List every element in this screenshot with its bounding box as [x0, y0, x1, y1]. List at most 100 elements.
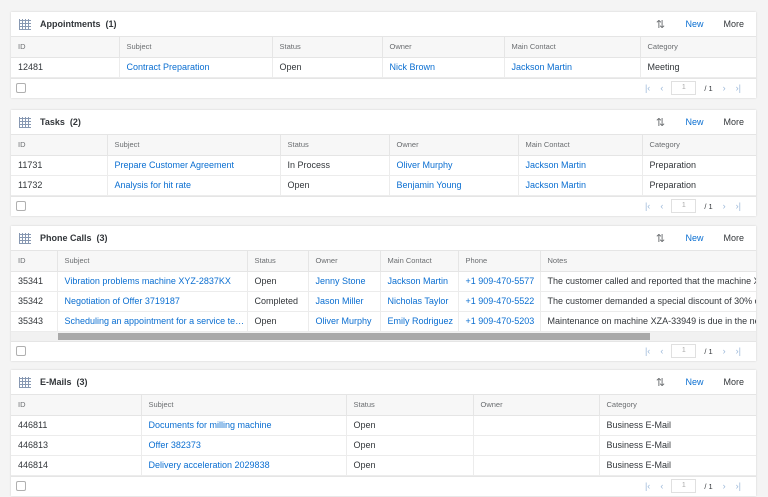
header-row: ID Subject Status Owner Main Contact Category: [11, 135, 756, 156]
new-button[interactable]: New: [675, 117, 713, 127]
link-main-contact[interactable]: Nicholas Taylor: [380, 291, 459, 312]
last-page-icon[interactable]: ›|: [731, 346, 746, 356]
column-header-owner[interactable]: Owner: [473, 395, 600, 416]
previous-page-icon[interactable]: ‹: [655, 481, 668, 491]
column-header-owner[interactable]: Owner: [382, 37, 505, 58]
link-subject[interactable]: Documents for milling machine: [141, 415, 347, 436]
more-button[interactable]: More: [713, 117, 756, 127]
page-total: / 1: [704, 346, 713, 356]
new-button[interactable]: New: [675, 19, 713, 29]
new-button[interactable]: New: [675, 377, 713, 387]
link-subject[interactable]: Contract Preparation: [119, 57, 273, 78]
sort-icon[interactable]: ⇅: [645, 232, 675, 245]
next-page-icon[interactable]: ›: [718, 83, 731, 93]
link-subject[interactable]: Scheduling an appointment for a service …: [57, 311, 248, 332]
link-owner[interactable]: Nick Brown: [382, 57, 505, 78]
horizontal-scrollbar[interactable]: [11, 331, 756, 341]
link-main-contact[interactable]: Jackson Martin: [504, 57, 641, 78]
column-header-notes[interactable]: Notes: [540, 251, 756, 272]
select-all-checkbox[interactable]: [16, 346, 26, 356]
previous-page-icon[interactable]: ‹: [655, 201, 668, 211]
column-header-status[interactable]: Status: [272, 37, 383, 58]
column-header-subject[interactable]: Subject: [57, 251, 248, 272]
column-header-subject[interactable]: Subject: [107, 135, 281, 156]
link-main-contact[interactable]: Emily Rodriguez: [380, 311, 459, 332]
column-header-status[interactable]: Status: [247, 251, 309, 272]
link-subject[interactable]: Negotiation of Offer 3719187: [57, 291, 248, 312]
select-all-checkbox[interactable]: [16, 481, 26, 491]
cell-notes: The customer called and reported that th…: [540, 271, 756, 292]
link-main-contact[interactable]: Jackson Martin: [518, 155, 643, 176]
column-header-status[interactable]: Status: [346, 395, 474, 416]
link-subject[interactable]: Offer 382373: [141, 435, 347, 456]
column-header-category[interactable]: Category: [599, 395, 756, 416]
first-page-icon[interactable]: |‹: [640, 83, 655, 93]
page-input[interactable]: 1: [671, 479, 697, 493]
more-button[interactable]: More: [713, 233, 756, 243]
table-row[interactable]: 12481 Contract Preparation Open Nick Brown J…: [11, 57, 756, 78]
table-row[interactable]: 11732 Analysis for hit rate Open Benjamin Y…: [11, 175, 756, 196]
table-row[interactable]: 446811 Documents for milling machine Open B…: [11, 415, 756, 436]
next-page-icon[interactable]: ›: [718, 481, 731, 491]
column-header-subject[interactable]: Subject: [141, 395, 347, 416]
more-button[interactable]: More: [713, 377, 756, 387]
column-header-id[interactable]: ID: [11, 135, 108, 156]
previous-page-icon[interactable]: ‹: [655, 83, 668, 93]
link-owner[interactable]: Jason Miller: [308, 291, 381, 312]
link-owner[interactable]: Jenny Stone: [308, 271, 381, 292]
column-header-category[interactable]: Category: [642, 135, 756, 156]
more-button[interactable]: More: [713, 19, 756, 29]
column-header-phone[interactable]: Phone: [458, 251, 541, 272]
link-main-contact[interactable]: Jackson Martin: [518, 175, 643, 196]
first-page-icon[interactable]: |‹: [640, 201, 655, 211]
cell-id: 446813: [11, 435, 142, 456]
link-main-contact[interactable]: Jackson Martin: [380, 271, 459, 292]
table-row[interactable]: 35341 Vibration problems machine XYZ-2837…: [11, 271, 756, 292]
link-owner[interactable]: Oliver Murphy: [389, 155, 519, 176]
link-phone[interactable]: +1 909-470-5203: [458, 311, 541, 332]
link-subject[interactable]: Vibration problems machine XYZ-2837KX: [57, 271, 248, 292]
first-page-icon[interactable]: |‹: [640, 481, 655, 491]
link-owner[interactable]: Oliver Murphy: [308, 311, 381, 332]
column-header-subject[interactable]: Subject: [119, 37, 273, 58]
sort-icon[interactable]: ⇅: [645, 116, 675, 129]
last-page-icon[interactable]: ›|: [731, 481, 746, 491]
table-row[interactable]: 11731 Prepare Customer Agreement In Proces…: [11, 155, 756, 176]
column-header-category[interactable]: Category: [640, 37, 756, 58]
sort-icon[interactable]: ⇅: [645, 376, 675, 389]
last-page-icon[interactable]: ›|: [731, 201, 746, 211]
first-page-icon[interactable]: |‹: [640, 346, 655, 356]
next-page-icon[interactable]: ›: [718, 346, 731, 356]
column-header-main-contact[interactable]: Main Contact: [518, 135, 643, 156]
column-header-id[interactable]: ID: [11, 395, 142, 416]
last-page-icon[interactable]: ›|: [731, 83, 746, 93]
table-row[interactable]: 35342 Negotiation of Offer 3719187 Complet…: [11, 291, 756, 312]
column-header-owner[interactable]: Owner: [389, 135, 519, 156]
e-mails-panel: E-Mails (3) ⇅ New More ID Subject Status Owner Ca…: [11, 370, 756, 496]
previous-page-icon[interactable]: ‹: [655, 346, 668, 356]
table-row[interactable]: 446813 Offer 382373 Open Business E-Mail: [11, 435, 756, 456]
scrollbar-thumb[interactable]: [58, 332, 650, 340]
link-owner[interactable]: Benjamin Young: [389, 175, 519, 196]
column-header-id[interactable]: ID: [11, 37, 120, 58]
page-input[interactable]: 1: [671, 344, 697, 358]
table-row[interactable]: 35343 Scheduling an appointment for a ser…: [11, 311, 756, 332]
select-all-checkbox[interactable]: [16, 201, 26, 211]
link-phone[interactable]: +1 909-470-5577: [458, 271, 541, 292]
column-header-owner[interactable]: Owner: [308, 251, 381, 272]
new-button[interactable]: New: [675, 233, 713, 243]
page-input[interactable]: 1: [671, 81, 697, 95]
column-header-main-contact[interactable]: Main Contact: [380, 251, 459, 272]
page-input[interactable]: 1: [671, 199, 697, 213]
link-subject[interactable]: Prepare Customer Agreement: [107, 155, 281, 176]
link-phone[interactable]: +1 909-470-5522: [458, 291, 541, 312]
link-subject[interactable]: Delivery acceleration 2029838: [141, 455, 347, 476]
column-header-id[interactable]: ID: [11, 251, 58, 272]
table-row[interactable]: 446814 Delivery acceleration 2029838 Open B…: [11, 455, 756, 476]
link-subject[interactable]: Analysis for hit rate: [107, 175, 281, 196]
sort-icon[interactable]: ⇅: [645, 18, 675, 31]
column-header-status[interactable]: Status: [280, 135, 390, 156]
next-page-icon[interactable]: ›: [718, 201, 731, 211]
select-all-checkbox[interactable]: [16, 83, 26, 93]
column-header-main-contact[interactable]: Main Contact: [504, 37, 641, 58]
